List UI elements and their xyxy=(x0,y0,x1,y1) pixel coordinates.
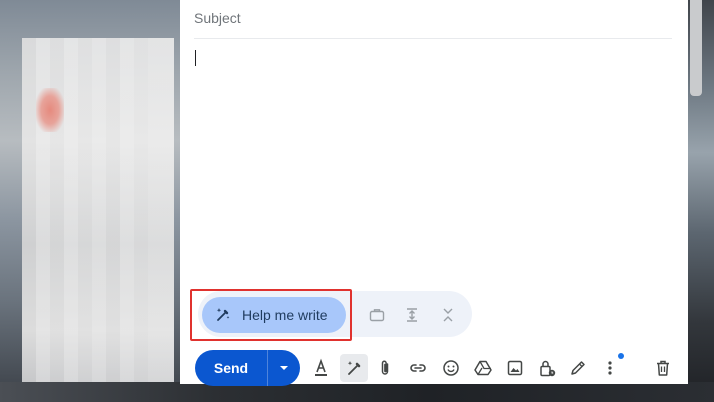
desktop-background-bottom xyxy=(0,382,714,402)
blurred-avatar xyxy=(36,88,64,132)
signature-icon[interactable] xyxy=(566,356,590,380)
body-editor[interactable] xyxy=(194,44,672,284)
confidential-lock-icon[interactable] xyxy=(535,356,559,380)
more-options-icon[interactable] xyxy=(598,356,622,380)
photo-icon[interactable] xyxy=(503,356,527,380)
highlight-box xyxy=(190,289,352,341)
send-button-group: Send xyxy=(195,350,300,386)
compose-window: Subject Help me write Send xyxy=(180,0,688,386)
caret-down-icon xyxy=(280,366,288,370)
expand-vertical-icon[interactable] xyxy=(401,304,423,326)
collapse-vertical-icon[interactable] xyxy=(437,304,459,326)
notification-dot xyxy=(618,353,624,359)
scrollbar-thumb[interactable] xyxy=(690,0,702,96)
send-options-button[interactable] xyxy=(268,350,300,386)
drive-icon[interactable] xyxy=(471,356,495,380)
subject-divider xyxy=(194,38,672,39)
attach-icon[interactable] xyxy=(373,356,397,380)
trash-icon[interactable] xyxy=(651,356,675,380)
pen-sparkle-icon[interactable] xyxy=(340,354,368,382)
link-icon[interactable] xyxy=(406,356,430,380)
format-text-icon[interactable] xyxy=(309,356,333,380)
subject-field[interactable]: Subject xyxy=(194,10,241,26)
briefcase-icon[interactable] xyxy=(366,304,388,326)
emoji-icon[interactable] xyxy=(439,356,463,380)
send-button[interactable]: Send xyxy=(195,350,267,386)
